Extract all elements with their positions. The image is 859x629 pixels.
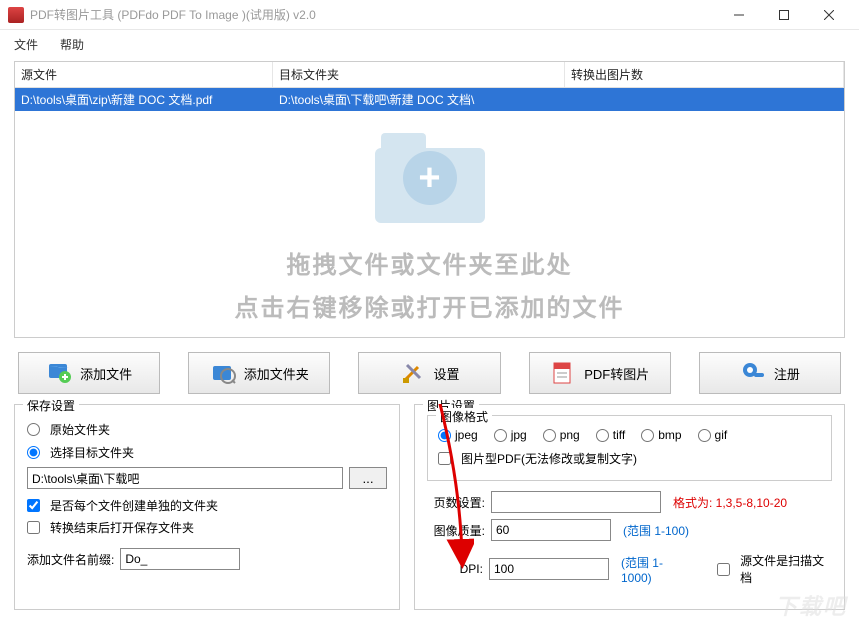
add-folder-label: 添加文件夹 bbox=[244, 364, 309, 383]
add-file-button[interactable]: 添加文件 bbox=[18, 352, 160, 394]
col-source[interactable]: 源文件 bbox=[15, 62, 273, 87]
format-legend: 图像格式 bbox=[436, 408, 492, 425]
add-file-icon bbox=[46, 360, 72, 386]
check-open-after[interactable]: 转换结束后打开保存文件夹 bbox=[27, 519, 387, 536]
dpi-input[interactable] bbox=[489, 558, 609, 580]
add-file-label: 添加文件 bbox=[80, 364, 132, 383]
add-folder-icon bbox=[210, 360, 236, 386]
convert-button[interactable]: PDF转图片 bbox=[529, 352, 671, 394]
fmt-jpg[interactable]: jpg bbox=[494, 428, 527, 442]
check-per-file[interactable]: 是否每个文件创建单独的文件夹 bbox=[27, 497, 387, 514]
dpi-label: DPI: bbox=[427, 562, 483, 576]
format-group: 图像格式 jpeg jpg png tiff bmp gif 图片型PDF(无法… bbox=[427, 415, 832, 481]
fmt-gif[interactable]: gif bbox=[698, 428, 728, 442]
save-settings-group: 保存设置 原始文件夹 选择目标文件夹 ... 是否每个文件创建单独的文件夹 转换… bbox=[14, 404, 400, 610]
window-title: PDF转图片工具 (PDFdo PDF To Image )(试用版) v2.0 bbox=[30, 6, 716, 23]
convert-icon bbox=[550, 360, 576, 386]
file-table[interactable]: 源文件 目标文件夹 转换出图片数 D:\tools\桌面\zip\新建 DOC … bbox=[14, 61, 845, 338]
dpi-hint: (范围 1-1000) bbox=[621, 554, 691, 585]
radio-orig-folder-input[interactable] bbox=[27, 423, 40, 436]
fmt-tiff[interactable]: tiff bbox=[596, 428, 625, 442]
cell-count bbox=[565, 88, 844, 111]
dropzone-text-1: 拖拽文件或文件夹至此处 bbox=[287, 245, 573, 280]
check-image-pdf[interactable]: 图片型PDF(无法修改或复制文字) bbox=[438, 450, 821, 467]
quality-input[interactable] bbox=[491, 519, 611, 541]
cell-source: D:\tools\桌面\zip\新建 DOC 文档.pdf bbox=[15, 88, 273, 111]
check-scan-pdf-input[interactable] bbox=[717, 563, 730, 576]
add-folder-button[interactable]: 添加文件夹 bbox=[188, 352, 330, 394]
fmt-jpeg[interactable]: jpeg bbox=[438, 428, 478, 442]
register-label: 注册 bbox=[774, 364, 800, 383]
dropzone: + 拖拽文件或文件夹至此处 点击右键移除或打开已添加的文件 bbox=[15, 122, 844, 337]
settings-button[interactable]: 设置 bbox=[358, 352, 500, 394]
cell-target: D:\tools\桌面\下载吧\新建 DOC 文档\ bbox=[273, 88, 565, 111]
target-path-input[interactable] bbox=[27, 467, 343, 489]
prefix-input[interactable] bbox=[120, 548, 240, 570]
fmt-bmp[interactable]: bmp bbox=[641, 428, 681, 442]
page-hint: 格式为: 1,3,5-8,10-20 bbox=[673, 494, 787, 511]
quality-label: 图像质量: bbox=[427, 522, 485, 539]
table-row[interactable]: D:\tools\桌面\zip\新建 DOC 文档.pdf D:\tools\桌… bbox=[15, 88, 844, 111]
minimize-button[interactable] bbox=[716, 1, 761, 29]
convert-label: PDF转图片 bbox=[584, 364, 649, 383]
col-target[interactable]: 目标文件夹 bbox=[273, 62, 565, 87]
col-count[interactable]: 转换出图片数 bbox=[565, 62, 844, 87]
page-input[interactable] bbox=[491, 491, 661, 513]
register-button[interactable]: 注册 bbox=[699, 352, 841, 394]
quality-hint: (范围 1-100) bbox=[623, 522, 689, 539]
fmt-png[interactable]: png bbox=[543, 428, 580, 442]
prefix-label: 添加文件名前缀: bbox=[27, 551, 114, 568]
settings-label: 设置 bbox=[434, 364, 460, 383]
maximize-button[interactable] bbox=[761, 1, 806, 29]
check-scan-pdf[interactable]: 源文件是扫描文档 bbox=[717, 552, 832, 586]
radio-choose-target-input[interactable] bbox=[27, 446, 40, 459]
save-legend: 保存设置 bbox=[23, 397, 79, 414]
image-settings-group: 图片设置 图像格式 jpeg jpg png tiff bmp gif 图片型P… bbox=[414, 404, 845, 610]
check-image-pdf-input[interactable] bbox=[438, 452, 451, 465]
dropzone-text-2: 点击右键移除或打开已添加的文件 bbox=[235, 288, 625, 323]
register-icon bbox=[740, 360, 766, 386]
check-open-after-input[interactable] bbox=[27, 521, 40, 534]
browse-button[interactable]: ... bbox=[349, 467, 387, 489]
settings-icon bbox=[400, 360, 426, 386]
app-icon bbox=[8, 7, 24, 23]
menu-file[interactable]: 文件 bbox=[10, 34, 42, 51]
check-per-file-input[interactable] bbox=[27, 499, 40, 512]
radio-choose-target[interactable]: 选择目标文件夹 bbox=[27, 444, 387, 461]
page-label: 页数设置: bbox=[427, 494, 485, 511]
close-button[interactable] bbox=[806, 1, 851, 29]
radio-orig-folder[interactable]: 原始文件夹 bbox=[27, 421, 387, 438]
folder-plus-icon: + bbox=[375, 133, 485, 223]
menu-help[interactable]: 帮助 bbox=[56, 34, 88, 51]
